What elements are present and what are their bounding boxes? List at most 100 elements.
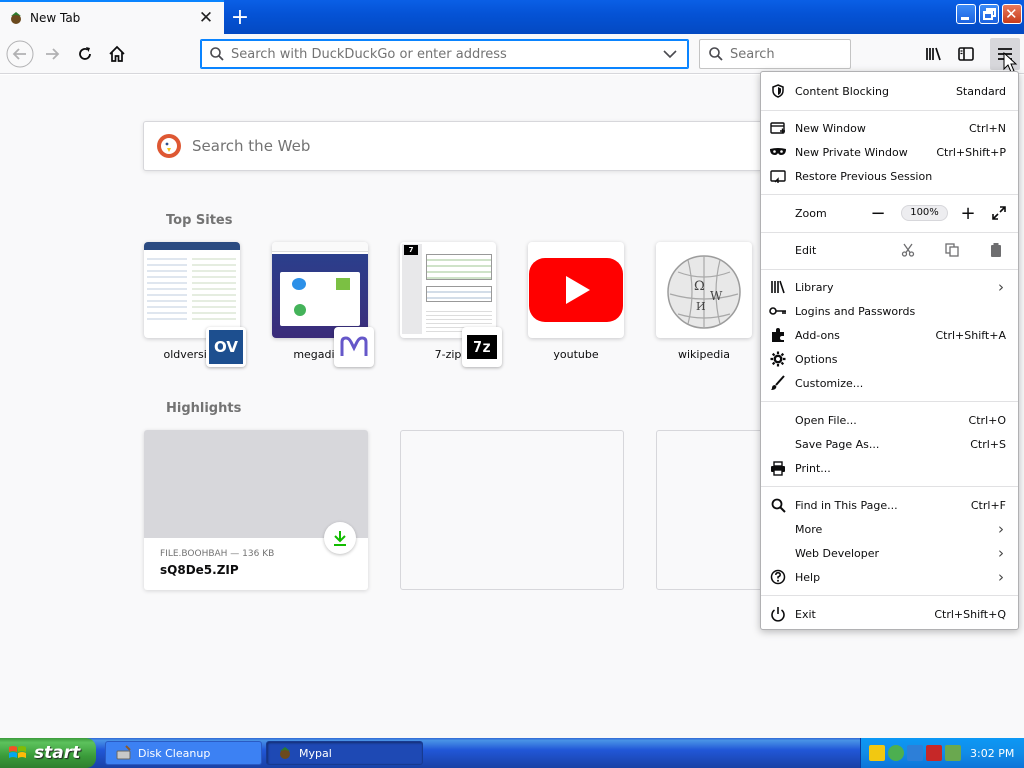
taskbar-item-disk-cleanup[interactable]: Disk Cleanup bbox=[105, 741, 262, 765]
menu-logins-passwords[interactable]: Logins and Passwords bbox=[761, 299, 1018, 323]
top-sites-heading: Top Sites bbox=[166, 213, 233, 228]
top-site-youtube[interactable]: youtube bbox=[528, 242, 624, 361]
menu-web-developer[interactable]: Web Developer › bbox=[761, 541, 1018, 565]
network-icon[interactable] bbox=[907, 745, 923, 761]
antivirus-icon[interactable] bbox=[926, 745, 942, 761]
forward-button[interactable] bbox=[38, 40, 66, 68]
megadisk-badge bbox=[334, 327, 374, 367]
menu-add-ons[interactable]: Add-ons Ctrl+Shift+A bbox=[761, 323, 1018, 347]
chevron-right-icon: › bbox=[998, 544, 1004, 562]
zoom-in-button[interactable]: + bbox=[956, 203, 980, 224]
menu-shortcut: Ctrl+S bbox=[970, 437, 1006, 451]
content-blocking-value: Standard bbox=[955, 84, 1006, 98]
zoom-reset-button[interactable]: 100% bbox=[901, 205, 948, 221]
menu-shortcut: Ctrl+Shift+A bbox=[935, 328, 1006, 342]
menu-label: Options bbox=[795, 352, 838, 366]
close-window-button[interactable]: ✕ bbox=[1002, 4, 1022, 24]
menu-separator bbox=[761, 595, 1018, 596]
menu-label: Content Blocking bbox=[795, 84, 890, 98]
menu-label: Open File... bbox=[795, 413, 857, 427]
menu-options[interactable]: Options bbox=[761, 347, 1018, 371]
menu-new-private-window[interactable]: New Private Window Ctrl+Shift+P bbox=[761, 140, 1018, 164]
reload-button[interactable] bbox=[71, 40, 99, 68]
menu-library[interactable]: Library › bbox=[761, 275, 1018, 299]
web-search-box[interactable]: Search the Web bbox=[143, 121, 783, 171]
cut-button[interactable] bbox=[886, 243, 930, 257]
utorrent-icon[interactable] bbox=[888, 745, 904, 761]
menu-save-page[interactable]: Save Page As... Ctrl+S bbox=[761, 432, 1018, 456]
library-button[interactable] bbox=[920, 40, 948, 68]
restore-button[interactable] bbox=[979, 4, 999, 24]
highlights-heading: Highlights bbox=[166, 401, 242, 416]
chevron-down-icon[interactable] bbox=[658, 44, 682, 64]
sidebar-button[interactable] bbox=[952, 40, 980, 68]
close-tab-icon[interactable]: ✕ bbox=[198, 8, 214, 28]
copy-button[interactable] bbox=[930, 243, 974, 257]
menu-more[interactable]: More › bbox=[761, 517, 1018, 541]
site-thumbnail: Ω W И bbox=[656, 242, 752, 338]
chevron-right-icon: › bbox=[998, 278, 1004, 296]
top-site-7-zip[interactable]: 7 7z 7-zip bbox=[400, 242, 502, 367]
menu-find-in-page[interactable]: Find in This Page... Ctrl+F bbox=[761, 493, 1018, 517]
site-thumbnail bbox=[144, 242, 240, 338]
svg-text:И: И bbox=[696, 300, 706, 313]
menu-new-window[interactable]: New Window Ctrl+N bbox=[761, 116, 1018, 140]
menu-open-file[interactable]: Open File... Ctrl+O bbox=[761, 408, 1018, 432]
fullscreen-button[interactable] bbox=[980, 205, 1018, 221]
oldversion-badge: OV bbox=[206, 327, 246, 367]
menu-label: Add-ons bbox=[795, 328, 840, 342]
svg-text:Ω: Ω bbox=[694, 279, 705, 294]
home-icon bbox=[109, 45, 125, 62]
menu-print[interactable]: Print... bbox=[761, 456, 1018, 480]
back-button[interactable] bbox=[6, 40, 34, 68]
menu-shortcut: Ctrl+F bbox=[970, 498, 1006, 512]
search-bar[interactable]: Search bbox=[699, 39, 851, 69]
chevron-right-icon: › bbox=[998, 568, 1004, 586]
menu-exit[interactable]: Exit Ctrl+Shift+Q bbox=[761, 602, 1018, 626]
duckduckgo-logo-icon bbox=[157, 134, 181, 158]
library-icon bbox=[771, 280, 785, 294]
taskbar-item-mypal[interactable]: Mypal bbox=[266, 741, 423, 765]
menu-label: Restore Previous Session bbox=[795, 169, 933, 183]
clock[interactable]: 3:02 PM bbox=[970, 747, 1014, 760]
menu-content-blocking[interactable]: Content Blocking Standard bbox=[761, 79, 1018, 103]
menu-customize[interactable]: Customize... bbox=[761, 371, 1018, 395]
top-site-megadisk[interactable]: megadisk bbox=[272, 242, 374, 367]
menu-label: Print... bbox=[795, 461, 831, 475]
download-badge bbox=[324, 522, 356, 554]
highlight-placeholder bbox=[656, 430, 776, 590]
paste-button[interactable] bbox=[974, 242, 1018, 258]
new-tab-button[interactable]: + bbox=[226, 3, 254, 31]
site-label: youtube bbox=[553, 348, 599, 361]
windows-logo-icon bbox=[9, 746, 26, 758]
tab-new-tab[interactable]: New Tab ✕ bbox=[0, 0, 224, 34]
top-site-wikipedia[interactable]: Ω W И wikipedia bbox=[656, 242, 752, 361]
menu-restore-session[interactable]: Restore Previous Session bbox=[761, 164, 1018, 188]
updates-icon[interactable] bbox=[945, 745, 961, 761]
security-shield-icon[interactable] bbox=[869, 745, 885, 761]
highlight-placeholder bbox=[400, 430, 624, 590]
menu-label: Web Developer bbox=[795, 546, 880, 560]
disk-cleanup-icon bbox=[116, 745, 131, 760]
restore-session-icon bbox=[770, 170, 786, 183]
menu-shortcut: Ctrl+Shift+P bbox=[936, 145, 1006, 159]
back-arrow-icon bbox=[6, 40, 34, 68]
menu-help[interactable]: Help › bbox=[761, 565, 1018, 589]
minimize-button[interactable] bbox=[956, 4, 976, 24]
search-icon bbox=[210, 47, 224, 61]
power-icon bbox=[771, 607, 785, 622]
menu-label: Edit bbox=[795, 243, 817, 257]
scissors-icon bbox=[901, 243, 915, 257]
menu-separator bbox=[761, 194, 1018, 195]
top-site-oldversion[interactable]: OV oldversion bbox=[144, 242, 246, 367]
start-label: start bbox=[34, 743, 81, 763]
address-bar[interactable]: Search with DuckDuckGo or enter address bbox=[200, 39, 689, 69]
menu-separator bbox=[761, 110, 1018, 111]
puzzle-piece-icon bbox=[772, 328, 784, 342]
site-badge-label: OV bbox=[209, 330, 243, 364]
home-button[interactable] bbox=[103, 40, 131, 68]
start-button[interactable]: start bbox=[0, 738, 96, 768]
zoom-out-button[interactable]: − bbox=[863, 203, 893, 224]
highlight-card[interactable]: FILE.BOOHBAH — 136 KB sQ8De5.ZIP bbox=[144, 430, 368, 590]
menu-label: Find in This Page... bbox=[795, 498, 898, 512]
